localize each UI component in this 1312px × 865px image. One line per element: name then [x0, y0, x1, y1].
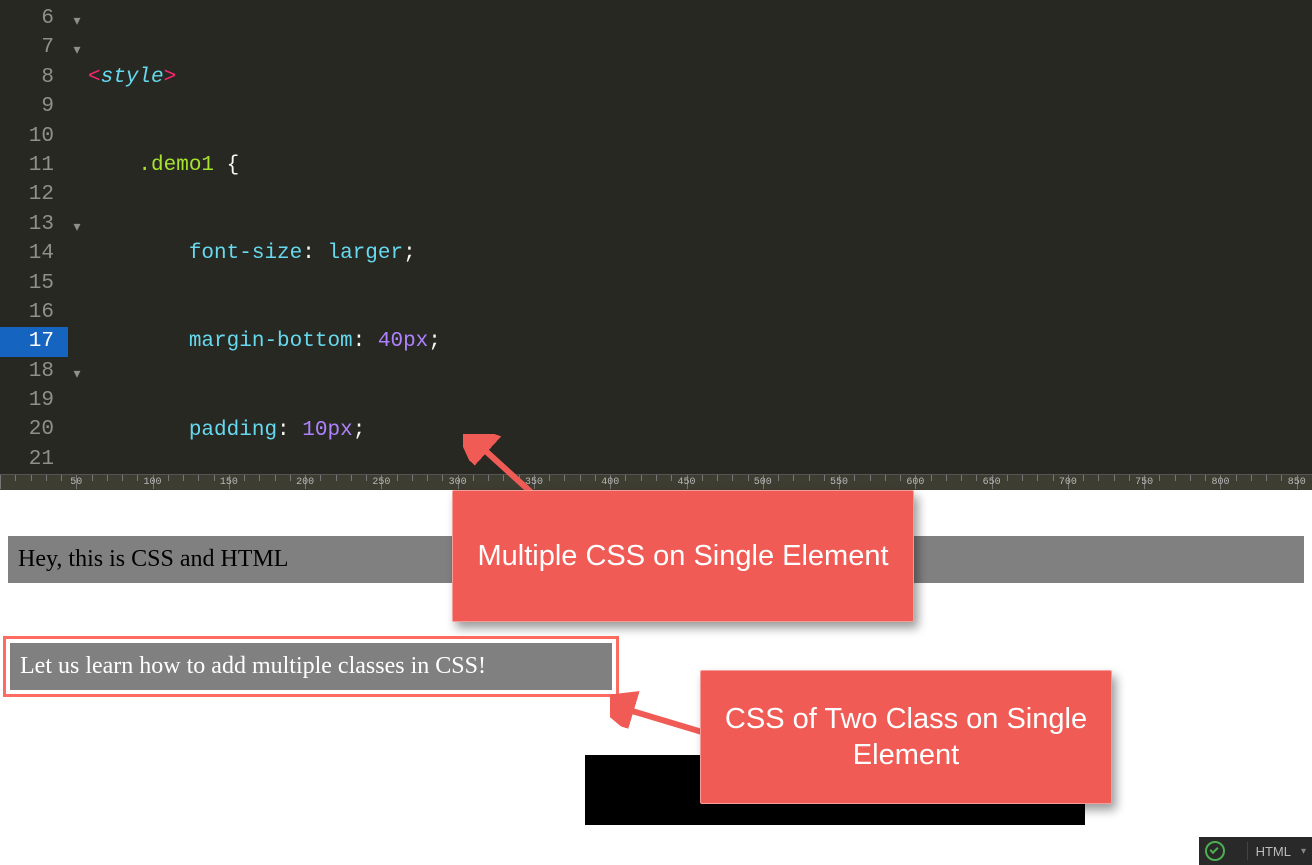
preview-paragraph-demo1-demo2: Let us learn how to add multiple classes…: [10, 643, 612, 690]
line-number: 6: [0, 4, 68, 33]
fold-arrow-icon[interactable]: ▾: [68, 361, 86, 390]
code-editor[interactable]: 6 7 8 9 10 11 12 13 14 15 16 17 18 19 20…: [0, 0, 1312, 474]
line-number: 11: [0, 151, 68, 180]
annotation-callout-1: Multiple CSS on Single Element: [452, 490, 914, 622]
line-number: 12: [0, 180, 68, 209]
fold-arrow-icon[interactable]: ▾: [68, 8, 86, 37]
line-number-gutter: 6 7 8 9 10 11 12 13 14 15 16 17 18 19 20…: [0, 0, 68, 474]
line-number: 21: [0, 445, 68, 474]
line-number: 15: [0, 269, 68, 298]
line-number: 9: [0, 92, 68, 121]
line-number-current: 17: [0, 327, 68, 356]
line-number: 8: [0, 63, 68, 92]
line-number: 13: [0, 210, 68, 239]
status-ok-icon[interactable]: [1205, 841, 1225, 861]
line-number: 7: [0, 33, 68, 62]
fold-column: ▾ ▾ ▾ ▾: [68, 0, 86, 478]
chevron-down-icon[interactable]: ▾: [1301, 846, 1306, 857]
language-mode-selector[interactable]: HTML: [1256, 844, 1291, 859]
status-bar: HTML ▾: [1199, 837, 1312, 865]
fold-arrow-icon[interactable]: ▾: [68, 37, 86, 66]
line-number: 16: [0, 298, 68, 327]
pixel-ruler: 5010015020025030035040045050055060065070…: [0, 474, 1312, 491]
fold-arrow-icon[interactable]: ▾: [68, 214, 86, 243]
line-number: 20: [0, 415, 68, 444]
line-number: 19: [0, 386, 68, 415]
line-number: 18: [0, 357, 68, 386]
line-number: 14: [0, 239, 68, 268]
line-number: 10: [0, 122, 68, 151]
annotation-callout-2: CSS of Two Class on Single Element: [700, 670, 1112, 804]
